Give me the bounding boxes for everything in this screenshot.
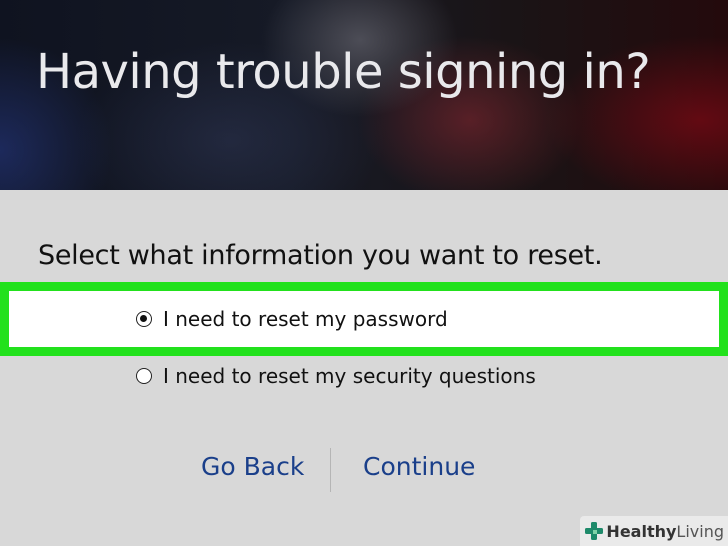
action-bar: Go Back Continue	[0, 448, 728, 492]
option-reset-password[interactable]: I need to reset my password	[0, 282, 728, 356]
watermark-brand-light: Living	[676, 521, 724, 541]
option-reset-security-questions[interactable]: I need to reset my security questions	[0, 360, 728, 392]
page-title: Having trouble signing in?	[36, 44, 651, 100]
option-label[interactable]: I need to reset my password	[163, 307, 448, 331]
option-label[interactable]: I need to reset my security questions	[163, 364, 536, 388]
watermark-badge: Healthy Living	[580, 516, 728, 546]
go-back-button[interactable]: Go Back	[201, 452, 304, 481]
radio-button-checked[interactable]	[136, 311, 152, 327]
action-divider	[330, 448, 331, 492]
reset-prompt: Select what information you want to rese…	[38, 240, 603, 271]
page: Having trouble signing in? Select what i…	[0, 0, 728, 546]
header-banner: Having trouble signing in?	[0, 0, 728, 190]
radio-button-unchecked[interactable]	[136, 368, 152, 384]
continue-button[interactable]: Continue	[363, 452, 475, 481]
watermark-brand-bold: Healthy	[606, 521, 677, 541]
cross-icon	[585, 522, 604, 540]
